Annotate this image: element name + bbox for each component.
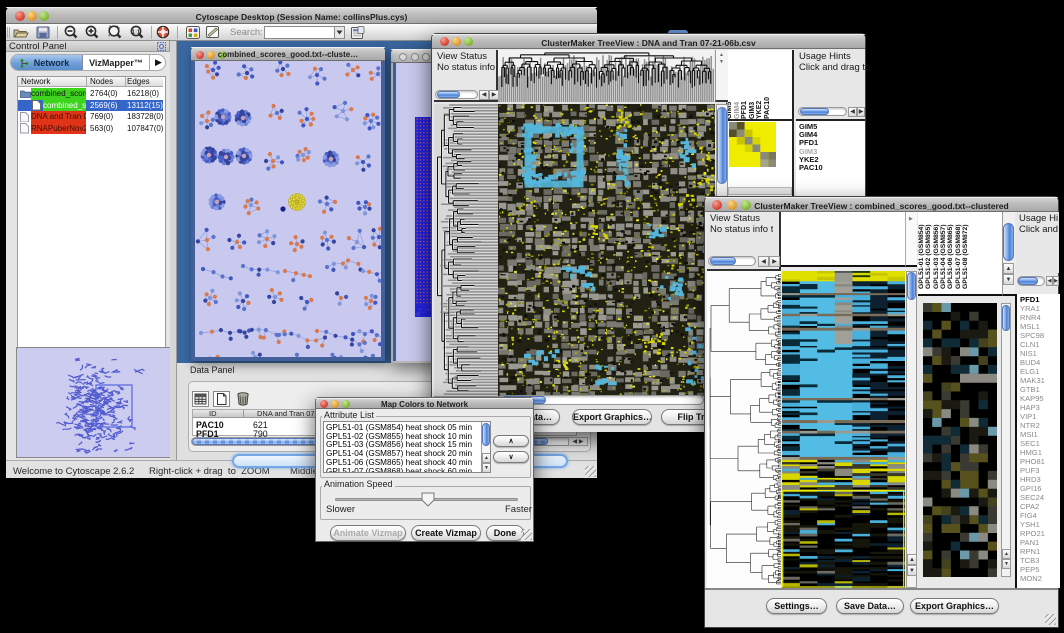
- svg-text:Search:: Search:: [230, 27, 263, 38]
- svg-text:1:1: 1:1: [132, 29, 140, 35]
